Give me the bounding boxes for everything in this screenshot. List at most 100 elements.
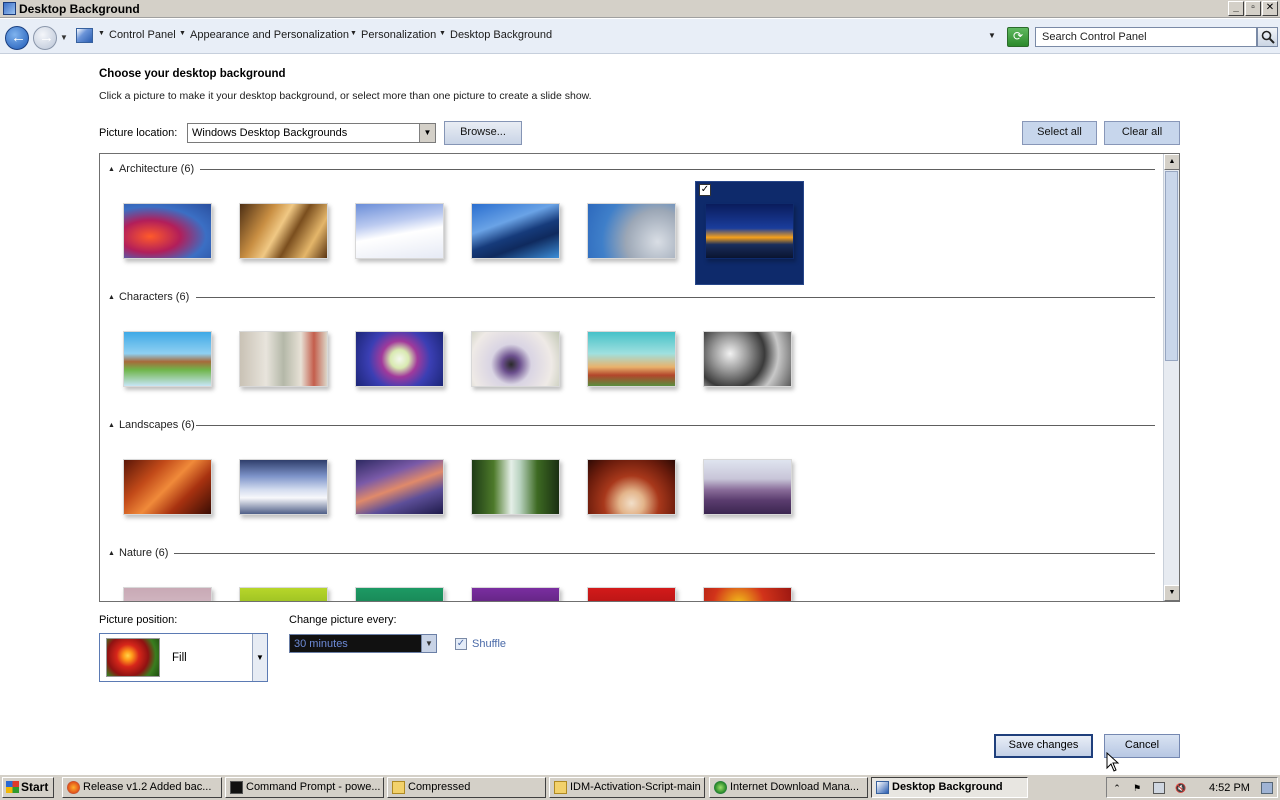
- group-divider: [200, 169, 1155, 170]
- wallpaper-thumbnail[interactable]: [123, 331, 212, 387]
- group-header-characters[interactable]: ▲ Characters (6): [108, 291, 189, 303]
- collapse-icon[interactable]: ▲: [108, 550, 115, 557]
- wallpaper-thumbnail[interactable]: [239, 587, 328, 601]
- wallpaper-thumbnail[interactable]: [587, 459, 676, 515]
- minimize-button[interactable]: _: [1228, 1, 1244, 16]
- start-button[interactable]: Start: [2, 777, 54, 798]
- picture-position-value: Fill: [172, 652, 187, 664]
- search-button[interactable]: [1257, 27, 1278, 47]
- firefox-icon: [67, 781, 80, 794]
- collapse-icon[interactable]: ▲: [108, 294, 115, 301]
- refresh-button[interactable]: ⟳: [1007, 27, 1029, 47]
- wallpaper-thumbnail[interactable]: [703, 459, 792, 515]
- scrollbar-thumb[interactable]: [1165, 171, 1178, 361]
- group-header-landscapes[interactable]: ▲ Landscapes (6): [108, 419, 195, 431]
- wallpaper-thumbnail[interactable]: [471, 459, 560, 515]
- change-picture-label: Change picture every:: [289, 614, 397, 626]
- wallpaper-gallery[interactable]: ▲ Architecture (6) ✓ ▲ Characters (6) ▲ Lan…: [99, 153, 1180, 602]
- taskbar-item-compressed[interactable]: Compressed: [387, 777, 546, 798]
- collapse-icon[interactable]: ▲: [108, 422, 115, 429]
- wallpaper-thumbnail[interactable]: [587, 331, 676, 387]
- folder-icon: [554, 781, 567, 794]
- wallpaper-thumbnail[interactable]: [123, 203, 212, 259]
- forward-button[interactable]: →: [33, 26, 57, 50]
- back-arrow-icon: ←: [11, 29, 26, 46]
- history-dropdown-icon[interactable]: ▼: [60, 33, 68, 42]
- chevron-down-icon[interactable]: ▼: [350, 30, 357, 37]
- picture-location-select[interactable]: Windows Desktop Backgrounds ▼: [187, 123, 436, 143]
- browse-button[interactable]: Browse...: [444, 121, 522, 145]
- address-dropdown-icon[interactable]: ▼: [988, 31, 996, 40]
- wallpaper-thumbnail[interactable]: [123, 459, 212, 515]
- chevron-down-icon[interactable]: ▼: [421, 635, 436, 652]
- close-button[interactable]: ✕: [1262, 1, 1278, 16]
- show-hidden-icons-icon[interactable]: ⌃: [1111, 782, 1123, 794]
- change-picture-value: 30 minutes: [294, 638, 348, 650]
- chevron-down-icon[interactable]: ▼: [179, 30, 186, 37]
- wallpaper-thumbnail[interactable]: [705, 203, 794, 259]
- wallpaper-thumbnail[interactable]: [471, 203, 560, 259]
- control-panel-crumb-icon[interactable]: [76, 28, 93, 43]
- search-icon: [1261, 30, 1275, 44]
- show-desktop-icon[interactable]: [1261, 782, 1273, 794]
- breadcrumb-control-panel[interactable]: Control Panel: [109, 29, 176, 41]
- taskbar-item-desktop-background[interactable]: Desktop Background: [871, 777, 1028, 798]
- download-manager-icon: [714, 781, 727, 794]
- mouse-cursor-icon: [1106, 752, 1120, 772]
- wallpaper-thumbnail[interactable]: [703, 331, 792, 387]
- network-icon[interactable]: [1153, 782, 1165, 794]
- title-bar: Desktop Background _ ▫ ✕: [0, 0, 1280, 18]
- shuffle-checkbox[interactable]: ✓: [455, 638, 467, 650]
- wallpaper-thumbnail[interactable]: [123, 587, 212, 601]
- wallpaper-thumbnail[interactable]: [239, 331, 328, 387]
- group-header-architecture[interactable]: ▲ Architecture (6): [108, 163, 194, 175]
- clock[interactable]: 4:52 PM: [1209, 782, 1250, 794]
- chevron-down-icon[interactable]: ▼: [98, 30, 105, 37]
- group-divider: [196, 297, 1155, 298]
- window-title: Desktop Background: [19, 2, 140, 16]
- breadcrumb-desktop-background[interactable]: Desktop Background: [450, 29, 552, 41]
- chevron-down-icon[interactable]: ▼: [252, 634, 267, 681]
- volume-muted-icon[interactable]: 🔇: [1175, 782, 1187, 794]
- chevron-down-icon[interactable]: ▼: [419, 124, 435, 142]
- select-all-button[interactable]: Select all: [1022, 121, 1097, 145]
- wallpaper-thumbnail[interactable]: [587, 203, 676, 259]
- clear-all-button[interactable]: Clear all: [1104, 121, 1180, 145]
- wallpaper-thumbnail[interactable]: [355, 587, 444, 601]
- wallpaper-thumbnail[interactable]: [239, 203, 328, 259]
- wallpaper-thumbnail[interactable]: [587, 587, 676, 601]
- wallpaper-thumbnail[interactable]: [471, 587, 560, 601]
- taskbar-item-command-prompt[interactable]: Command Prompt - powe...: [225, 777, 384, 798]
- breadcrumb-appearance[interactable]: Appearance and Personalization: [190, 29, 349, 41]
- wallpaper-thumbnail[interactable]: [471, 331, 560, 387]
- taskbar-item-idm-script[interactable]: IDM-Activation-Script-main: [549, 777, 705, 798]
- wallpaper-thumbnail[interactable]: [355, 203, 444, 259]
- wallpaper-thumbnail[interactable]: [239, 459, 328, 515]
- gallery-scrollbar[interactable]: ▲ ▼: [1163, 154, 1179, 601]
- scroll-down-icon[interactable]: ▼: [1164, 585, 1179, 601]
- thumbnail-checkbox[interactable]: ✓: [699, 184, 711, 196]
- group-divider: [174, 553, 1155, 554]
- folder-icon: [392, 781, 405, 794]
- chevron-down-icon[interactable]: ▼: [439, 30, 446, 37]
- action-center-flag-icon[interactable]: ⚑: [1131, 782, 1143, 794]
- group-header-nature[interactable]: ▲ Nature (6): [108, 547, 168, 559]
- breadcrumb-personalization[interactable]: Personalization: [361, 29, 436, 41]
- control-panel-icon: [876, 781, 889, 794]
- windows-logo-icon: [6, 781, 19, 793]
- change-picture-select[interactable]: 30 minutes ▼: [289, 634, 437, 653]
- shuffle-label[interactable]: Shuffle: [472, 638, 506, 650]
- back-button[interactable]: ←: [5, 26, 29, 50]
- collapse-icon[interactable]: ▲: [108, 166, 115, 173]
- restore-button[interactable]: ▫: [1245, 1, 1261, 16]
- wallpaper-thumbnail[interactable]: [355, 331, 444, 387]
- search-input[interactable]: Search Control Panel: [1035, 27, 1257, 47]
- page-title: Choose your desktop background: [99, 68, 286, 80]
- wallpaper-thumbnail[interactable]: [355, 459, 444, 515]
- wallpaper-thumbnail[interactable]: [703, 587, 792, 601]
- save-changes-button[interactable]: Save changes: [994, 734, 1093, 758]
- scroll-up-icon[interactable]: ▲: [1164, 154, 1179, 170]
- taskbar-item-firefox[interactable]: Release v1.2 Added bac...: [62, 777, 222, 798]
- taskbar-item-idm[interactable]: Internet Download Mana...: [709, 777, 868, 798]
- picture-position-select[interactable]: Fill ▼: [99, 633, 268, 682]
